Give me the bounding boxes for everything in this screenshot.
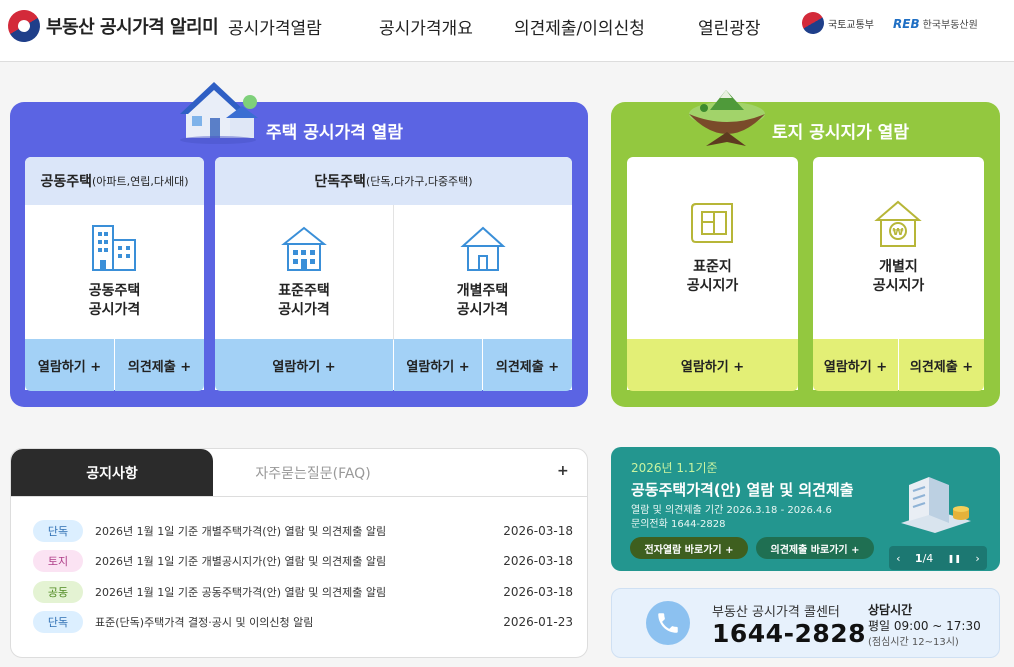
- standard-land-view-button[interactable]: 열람하기 +: [627, 339, 798, 391]
- nav-price-overview[interactable]: 공시가격개요: [379, 14, 473, 39]
- banner-next-icon[interactable]: ›: [975, 552, 979, 565]
- notice-row[interactable]: 토지 2026년 1월 1일 기준 개별공시지가(안) 열람 및 의견제출 알림…: [33, 550, 573, 572]
- land-card-title: 토지 공시지가 열람: [772, 123, 909, 143]
- hours-title: 상담시간: [868, 603, 913, 617]
- standard-house-label: 표준주택 공시가격: [215, 282, 393, 320]
- notice-badge: 토지: [33, 550, 83, 572]
- banner-page-indicator: 1/4: [915, 552, 933, 565]
- banner-date: 2026년 1.1기준: [631, 461, 718, 475]
- notice-badge: 공동: [33, 581, 83, 603]
- detached-panel-head: 단독주택 (단독,다가구,다중주택): [215, 157, 572, 205]
- notice-title[interactable]: 2026년 1월 1일 기준 개별주택가격(안) 열람 및 의견제출 알림: [95, 523, 503, 539]
- notice-title[interactable]: 표준(단독)주택가격 결정·공시 및 이의신청 알림: [95, 614, 503, 630]
- apartment-coins-illustration-icon: [901, 477, 971, 533]
- svg-text:₩: ₩: [892, 227, 903, 238]
- ministry-logo[interactable]: 국토교통부: [797, 7, 874, 39]
- individual-house-label: 개별주택 공시가격: [393, 282, 572, 320]
- land-map-icon: [691, 203, 733, 243]
- apartment-label-line1: 공동주택: [88, 283, 141, 299]
- apartment-view-button[interactable]: 열람하기 +: [25, 339, 114, 391]
- notice-title[interactable]: 2026년 1월 1일 기준 개별공시지가(안) 열람 및 의견제출 알림: [95, 553, 503, 569]
- notice-row[interactable]: 단독 2026년 1월 1일 기준 개별주택가격(안) 열람 및 의견제출 알림…: [33, 520, 573, 542]
- standard-land-label: 표준지 공시지가: [627, 258, 798, 296]
- notice-more-button[interactable]: +: [557, 463, 569, 479]
- detached-head-title: 단독주택: [314, 174, 366, 190]
- notice-date: 2026-03-18: [503, 554, 573, 568]
- individual-land-line2: 공시지가: [872, 278, 925, 294]
- standard-land-line1: 표준지: [693, 259, 732, 275]
- promo-banner[interactable]: 2026년 1.1기준 공동주택가격(안) 열람 및 의견제출 열람 및 의견제…: [611, 447, 1000, 571]
- notice-row[interactable]: 공동 2026년 1월 1일 기준 공동주택가격(안) 열람 및 의견제출 알림…: [33, 581, 573, 603]
- notice-date: 2026-01-23: [503, 615, 573, 629]
- ministry-name: 국토교통부: [828, 19, 874, 31]
- housing-card-title: 주택 공시가격 열람: [266, 123, 403, 143]
- banner-title: 공동주택가격(안) 열람 및 의견제출: [631, 481, 854, 499]
- apartment-building-icon: [92, 225, 136, 271]
- apartment-head-sub: (아파트,연립,다세대): [91, 175, 189, 188]
- standard-land-line2: 공시지가: [686, 278, 739, 294]
- banner-view-button[interactable]: 전자열람 바로가기 +: [630, 537, 748, 559]
- standard-house-line2: 공시가격: [278, 302, 330, 318]
- individual-land-line1: 개별지: [879, 259, 918, 275]
- hours-lunch: (점심시간 12~13시): [868, 637, 959, 648]
- won-house-icon: ₩: [874, 200, 922, 247]
- individual-house-icon: [460, 226, 506, 271]
- land-island-illustration-icon: [689, 90, 765, 146]
- banner-prev-icon[interactable]: ‹: [896, 552, 900, 565]
- individual-house-line1: 개별주택: [456, 283, 509, 299]
- banner-page-total: 4: [926, 551, 934, 565]
- call-center-box: 부동산 공시가격 콜센터 1644-2828 상담시간 평일 09:00 ~ 1…: [611, 588, 1000, 658]
- tab-divider: [11, 496, 587, 497]
- standard-house-line1: 표준주택: [278, 283, 330, 299]
- individual-house-opinion-button[interactable]: 의견제출 +: [483, 339, 572, 391]
- detached-head-sub: (단독,다가구,다중주택): [365, 175, 473, 188]
- banner-period: 열람 및 의견제출 기간 2026.3.18 - 2026.4.6: [631, 505, 832, 516]
- nav-open-plaza[interactable]: 열린광장: [698, 14, 761, 39]
- reb-name: 한국부동산원: [922, 20, 978, 31]
- notice-title[interactable]: 2026년 1월 1일 기준 공동주택가격(안) 열람 및 의견제출 알림: [95, 584, 503, 600]
- apartment-label-line2: 공시가격: [88, 302, 141, 318]
- site-title: 부동산 공시가격 알리미: [46, 17, 219, 38]
- banner-pager: ‹ 1/4 ❚❚ ›: [889, 546, 987, 570]
- individual-house-view-button[interactable]: 열람하기 +: [394, 339, 482, 391]
- call-center-number[interactable]: 1644-2828: [712, 619, 866, 648]
- apartment-price-label: 공동주택 공시가격: [25, 282, 204, 320]
- banner-page-current: 1: [914, 551, 923, 565]
- banner-phone: 문의전화 1644-2828: [631, 519, 726, 530]
- notice-row[interactable]: 단독 표준(단독)주택가격 결정·공시 및 이의신청 알림 2026-01-23: [33, 611, 573, 633]
- apartment-head-title: 공동주택: [40, 174, 92, 190]
- notice-date: 2026-03-18: [503, 524, 573, 538]
- apartment-panel-head: 공동주택 (아파트,연립,다세대): [25, 157, 204, 205]
- reb-logo[interactable]: REB 한국부동산원: [893, 16, 978, 32]
- standard-house-view-button[interactable]: 열람하기 +: [215, 339, 393, 391]
- ministry-emblem-icon: [797, 7, 829, 39]
- tab-faq[interactable]: 자주묻는질문(FAQ): [213, 449, 413, 496]
- banner-opinion-button[interactable]: 의견제출 바로가기 +: [756, 537, 874, 559]
- notice-date: 2026-03-18: [503, 585, 573, 599]
- individual-house-line2: 공시가격: [456, 302, 509, 318]
- nav-opinion-objection[interactable]: 의견제출/이의신청: [514, 14, 645, 39]
- individual-land-opinion-button[interactable]: 의견제출 +: [899, 339, 984, 391]
- call-center-label: 부동산 공시가격 콜센터: [712, 605, 840, 620]
- notice-badge: 단독: [33, 611, 83, 633]
- standard-house-icon: [281, 226, 327, 271]
- reb-mark: REB: [893, 16, 920, 31]
- phone-glyph-icon: [658, 613, 678, 633]
- tab-notice[interactable]: 공지사항: [11, 449, 213, 496]
- notice-box: 공지사항 자주묻는질문(FAQ) + 단독 2026년 1월 1일 기준 개별주…: [10, 448, 588, 658]
- house-illustration-icon: [180, 82, 258, 144]
- hours-weekday: 평일 09:00 ~ 17:30: [868, 619, 981, 633]
- individual-land-view-button[interactable]: 열람하기 +: [813, 339, 898, 391]
- site-header: 부동산 공시가격 알리미 공시가격열람 공시가격개요 의견제출/이의신청 열린광…: [0, 0, 1014, 62]
- banner-pause-icon[interactable]: ❚❚: [948, 554, 961, 563]
- phone-icon: [646, 601, 690, 645]
- individual-land-label: 개별지 공시지가: [813, 258, 984, 296]
- taegeuk-emblem-icon: [2, 4, 46, 48]
- site-logo[interactable]: 부동산 공시가격 알리미: [2, 4, 219, 48]
- apartment-opinion-button[interactable]: 의견제출 +: [115, 339, 204, 391]
- nav-price-view[interactable]: 공시가격열람: [228, 14, 322, 39]
- notice-badge: 단독: [33, 520, 83, 542]
